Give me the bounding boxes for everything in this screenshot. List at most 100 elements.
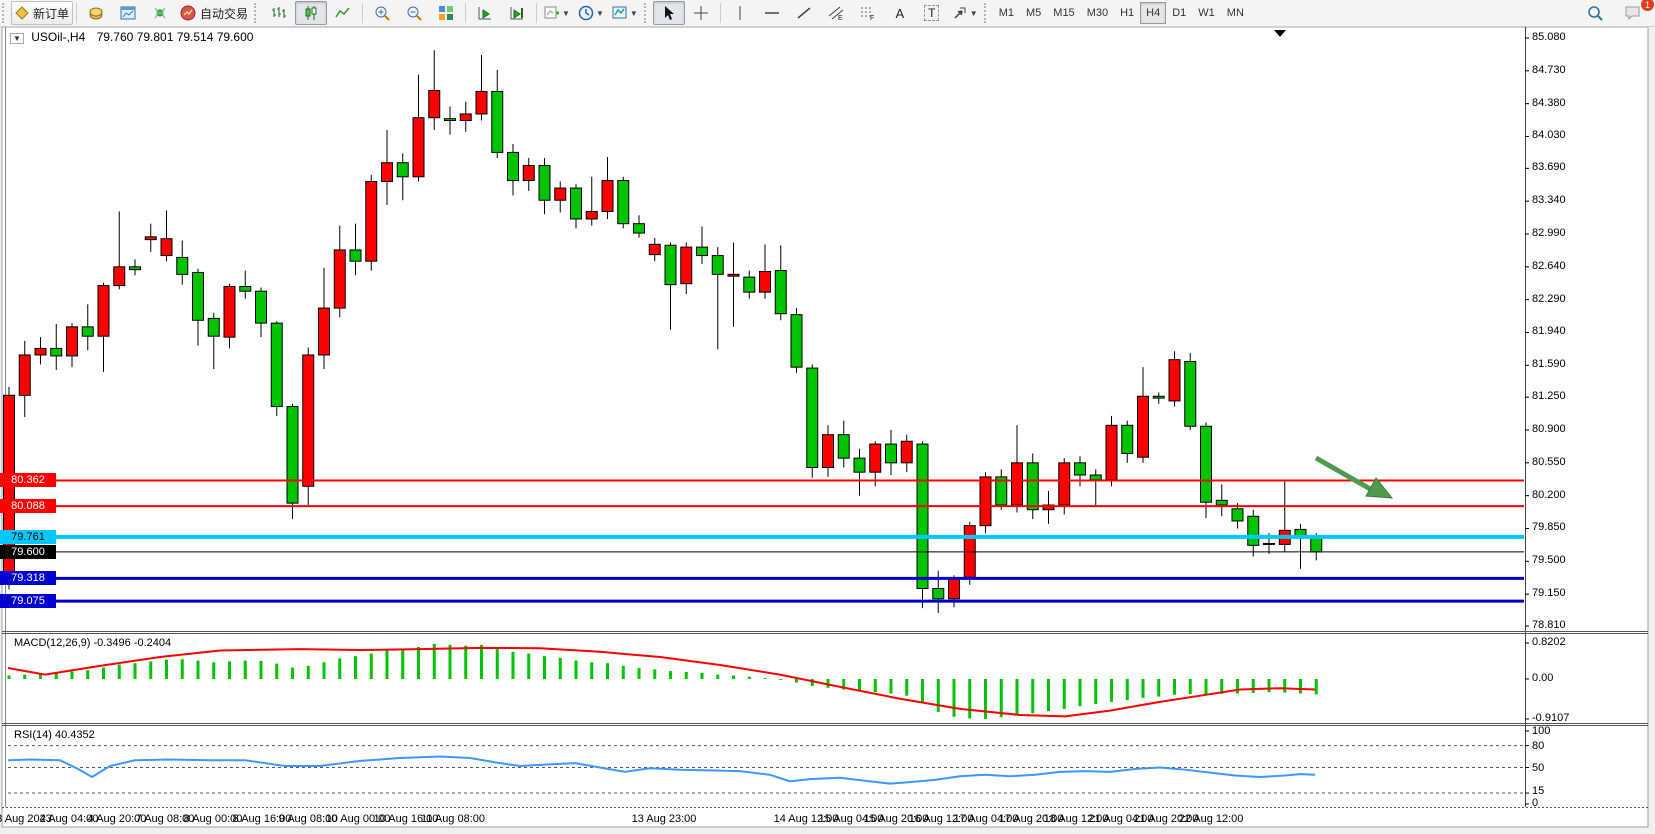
vertical-line-icon bbox=[732, 5, 748, 21]
zoom-out-icon bbox=[406, 5, 422, 21]
signal-button[interactable] bbox=[144, 1, 176, 25]
horizontal-line-button[interactable] bbox=[756, 1, 788, 25]
arrows-button[interactable]: ▼ bbox=[948, 1, 982, 25]
signal-icon bbox=[152, 5, 168, 21]
toolbar-separator bbox=[465, 3, 466, 23]
vertical-line-button[interactable] bbox=[724, 1, 756, 25]
price-line-tag: 79.761 bbox=[0, 530, 56, 544]
toolbar-grip bbox=[644, 3, 651, 23]
trendline-icon bbox=[796, 5, 812, 21]
price-line-tag: 79.075 bbox=[0, 594, 56, 608]
toolbar-right-tools: 1 bbox=[1579, 1, 1649, 25]
chart-shift-button[interactable] bbox=[501, 1, 533, 25]
chart-shift-icon bbox=[509, 5, 525, 21]
auto-trading-label: 自动交易 bbox=[200, 5, 248, 22]
macd-indicator-label: MACD(12,26,9) -0.3496 -0.2404 bbox=[14, 637, 171, 649]
timeframe-button-h4[interactable]: H4 bbox=[1140, 2, 1166, 24]
text-tool-icon: A bbox=[895, 6, 904, 21]
price-axis-tick: 83.340 bbox=[1532, 194, 1566, 206]
timeframe-group: M1M5M15M30H1H4D1W1MN bbox=[993, 2, 1250, 24]
equidistant-channel-button[interactable]: E bbox=[820, 1, 852, 25]
price-axis-tick: 78.810 bbox=[1532, 619, 1566, 631]
timeframe-button-m30[interactable]: M30 bbox=[1081, 2, 1114, 24]
horizontal-line-icon bbox=[764, 5, 780, 21]
chart-area[interactable]: ▼ USOil-,H4 79.760 79.801 79.514 79.600 … bbox=[0, 26, 1655, 834]
date-axis-label: 22 Aug 12:00 bbox=[1179, 813, 1244, 825]
toolbar-separator bbox=[536, 3, 537, 23]
svg-text:E: E bbox=[838, 15, 843, 21]
candlestick-button[interactable] bbox=[295, 1, 327, 25]
timeframe-button-d1[interactable]: D1 bbox=[1166, 2, 1192, 24]
market-watch-icon bbox=[88, 5, 104, 21]
cursor-button[interactable] bbox=[653, 1, 685, 25]
timeframe-button-h1[interactable]: H1 bbox=[1114, 2, 1140, 24]
toolbar-separator bbox=[720, 3, 721, 23]
bar-chart-icon bbox=[271, 5, 287, 21]
price-axis-tick: 85.080 bbox=[1532, 31, 1566, 43]
cursor-icon bbox=[661, 5, 677, 21]
rsi-indicator-label: RSI(14) 40.4352 bbox=[14, 729, 95, 741]
text-label-icon: T bbox=[924, 5, 939, 21]
toolbar-grip bbox=[2, 3, 9, 23]
auto-scroll-button[interactable] bbox=[469, 1, 501, 25]
tile-windows-button[interactable] bbox=[430, 1, 462, 25]
new-order-button[interactable]: 新订单 bbox=[11, 1, 73, 25]
timeframe-button-m15[interactable]: M15 bbox=[1047, 2, 1080, 24]
price-chart-canvas[interactable] bbox=[0, 26, 1655, 834]
auto-trading-button[interactable]: 自动交易 bbox=[176, 1, 252, 25]
text-label-button[interactable]: T bbox=[916, 1, 948, 25]
templates-button[interactable]: ▼ bbox=[608, 1, 642, 25]
templates-icon bbox=[612, 5, 628, 21]
rsi-axis-tick: 80 bbox=[1532, 740, 1544, 752]
price-axis-tick: 79.150 bbox=[1532, 587, 1566, 599]
auto-trading-icon bbox=[180, 5, 196, 21]
chat-bubble-icon bbox=[1624, 5, 1642, 21]
dropdown-caret-icon: ▼ bbox=[970, 9, 978, 18]
zoom-out-button[interactable] bbox=[398, 1, 430, 25]
new-order-label: 新订单 bbox=[33, 5, 69, 22]
chart-window-icon bbox=[120, 5, 136, 21]
main-toolbar: 新订单 自动交易 bbox=[0, 0, 1655, 27]
timeframe-button-w1[interactable]: W1 bbox=[1192, 2, 1221, 24]
line-chart-button[interactable] bbox=[327, 1, 359, 25]
price-axis-tick: 82.290 bbox=[1532, 293, 1566, 305]
crosshair-button[interactable] bbox=[685, 1, 717, 25]
notifications-button[interactable]: 1 bbox=[1617, 1, 1649, 25]
date-axis-label: 11 Aug 08:00 bbox=[421, 813, 485, 825]
add-indicator-icon bbox=[544, 5, 560, 21]
fibonacci-button[interactable]: F bbox=[852, 1, 884, 25]
chart-collapse-icon[interactable]: ▼ bbox=[10, 33, 24, 44]
price-axis-tick: 80.200 bbox=[1532, 489, 1566, 501]
tile-windows-icon bbox=[438, 5, 454, 21]
dropdown-caret-icon: ▼ bbox=[630, 9, 638, 18]
equidistant-channel-icon: E bbox=[828, 5, 844, 21]
add-indicator-button[interactable]: ▼ bbox=[540, 1, 574, 25]
price-axis-tick: 84.380 bbox=[1532, 97, 1566, 109]
chart-ohlc-values: 79.760 79.801 79.514 79.600 bbox=[97, 30, 254, 44]
zoom-in-button[interactable] bbox=[366, 1, 398, 25]
toolbar-separator bbox=[362, 3, 363, 23]
price-axis-tick: 82.990 bbox=[1532, 227, 1566, 239]
price-axis-tick: 83.690 bbox=[1532, 161, 1566, 173]
auto-scroll-icon bbox=[477, 5, 493, 21]
price-axis-tick: 80.550 bbox=[1532, 456, 1566, 468]
price-line-tag: 79.318 bbox=[0, 571, 56, 585]
price-axis-tick: 81.940 bbox=[1532, 325, 1566, 337]
price-axis-tick: 80.900 bbox=[1532, 423, 1566, 435]
new-order-icon bbox=[15, 6, 29, 20]
search-icon bbox=[1587, 5, 1604, 22]
chart-window-button[interactable] bbox=[112, 1, 144, 25]
price-axis-tick: 82.640 bbox=[1532, 260, 1566, 272]
dropdown-caret-icon: ▼ bbox=[562, 9, 570, 18]
bar-chart-button[interactable] bbox=[263, 1, 295, 25]
market-watch-button[interactable] bbox=[80, 1, 112, 25]
text-tool-button[interactable]: A bbox=[884, 1, 916, 25]
search-button[interactable] bbox=[1579, 1, 1611, 25]
timeframe-button-mn[interactable]: MN bbox=[1221, 2, 1250, 24]
trendline-button[interactable] bbox=[788, 1, 820, 25]
timeframe-button-m1[interactable]: M1 bbox=[993, 2, 1020, 24]
periods-button[interactable]: ▼ bbox=[574, 1, 608, 25]
crosshair-icon bbox=[693, 5, 709, 21]
price-axis-tick: 81.250 bbox=[1532, 390, 1566, 402]
timeframe-button-m5[interactable]: M5 bbox=[1020, 2, 1047, 24]
